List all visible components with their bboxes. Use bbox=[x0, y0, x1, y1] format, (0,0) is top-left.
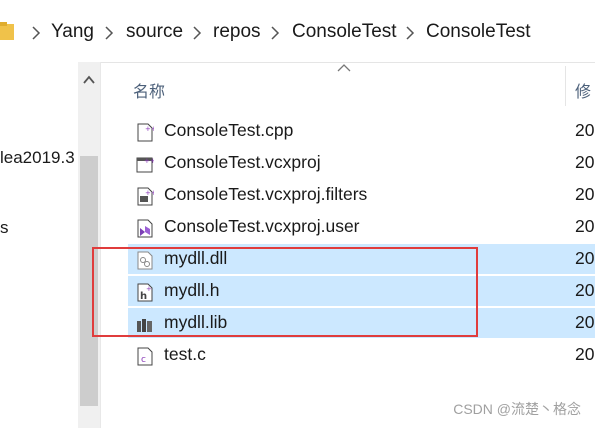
chevron-right-icon[interactable] bbox=[270, 26, 280, 40]
file-modified: 20 bbox=[575, 216, 595, 236]
breadcrumb-consoletest[interactable]: ConsoleTest bbox=[292, 21, 397, 43]
file-modified: 20 bbox=[575, 280, 595, 300]
file-row[interactable]: ++ ConsoleTest.cpp 20 bbox=[128, 116, 595, 146]
filters-file-icon: ++ bbox=[137, 187, 154, 206]
c-file-icon: c bbox=[137, 347, 153, 366]
file-name: ConsoleTest.vcxproj.filters bbox=[164, 184, 368, 204]
file-name: ConsoleTest.cpp bbox=[164, 120, 294, 140]
file-modified: 20 bbox=[575, 152, 595, 172]
file-row[interactable]: ++ ConsoleTest.vcxproj.filters 20 bbox=[128, 180, 595, 210]
chevron-right-icon[interactable] bbox=[104, 26, 114, 40]
breadcrumb-repos[interactable]: repos bbox=[213, 21, 261, 43]
pane-divider[interactable] bbox=[100, 62, 101, 428]
address-bar[interactable]: Yang source repos ConsoleTest ConsoleTes… bbox=[0, 0, 595, 63]
vcxproj-file-icon: ++ bbox=[136, 157, 154, 173]
column-header-name[interactable]: 名称 bbox=[133, 78, 165, 102]
svg-text:++: ++ bbox=[145, 189, 154, 197]
file-row[interactable]: c test.c 20 bbox=[128, 340, 595, 370]
column-header-modified[interactable]: 修 bbox=[575, 78, 591, 102]
chevron-right-icon[interactable] bbox=[405, 26, 415, 40]
nav-scrollbar[interactable] bbox=[78, 62, 100, 428]
svg-text:++: ++ bbox=[145, 125, 154, 133]
highlight-box bbox=[92, 247, 478, 337]
user-file-icon bbox=[137, 219, 153, 238]
nav-item-idea[interactable]: lea2019.3 bbox=[0, 148, 75, 168]
cpp-file-icon: ++ bbox=[137, 123, 154, 142]
file-row[interactable]: ConsoleTest.vcxproj.user 20 bbox=[128, 212, 595, 242]
file-name: ConsoleTest.vcxproj bbox=[164, 152, 321, 172]
file-modified: 20 bbox=[575, 344, 595, 364]
file-name: ConsoleTest.vcxproj.user bbox=[164, 216, 360, 236]
nav-item-s[interactable]: s bbox=[0, 218, 9, 238]
breadcrumb-yang[interactable]: Yang bbox=[51, 21, 94, 43]
scroll-up-icon[interactable] bbox=[78, 62, 100, 96]
file-row[interactable]: ++ ConsoleTest.vcxproj 20 bbox=[128, 148, 595, 178]
svg-text:c: c bbox=[141, 355, 146, 365]
file-name: test.c bbox=[164, 344, 206, 364]
breadcrumb-consoletest-current[interactable]: ConsoleTest bbox=[426, 21, 531, 43]
file-modified: 20 bbox=[575, 248, 595, 268]
sort-ascending-icon bbox=[337, 64, 351, 72]
chevron-right-icon[interactable] bbox=[192, 26, 202, 40]
folder-icon bbox=[0, 22, 14, 40]
watermark: CSDN @流楚丶格念 bbox=[453, 401, 581, 417]
file-modified: 20 bbox=[575, 312, 595, 332]
column-divider[interactable] bbox=[565, 66, 566, 106]
svg-text:++: ++ bbox=[144, 157, 154, 165]
breadcrumb-source[interactable]: source bbox=[126, 21, 183, 43]
file-modified: 20 bbox=[575, 120, 595, 140]
chevron-right-icon[interactable] bbox=[31, 26, 41, 40]
file-modified: 20 bbox=[575, 184, 595, 204]
